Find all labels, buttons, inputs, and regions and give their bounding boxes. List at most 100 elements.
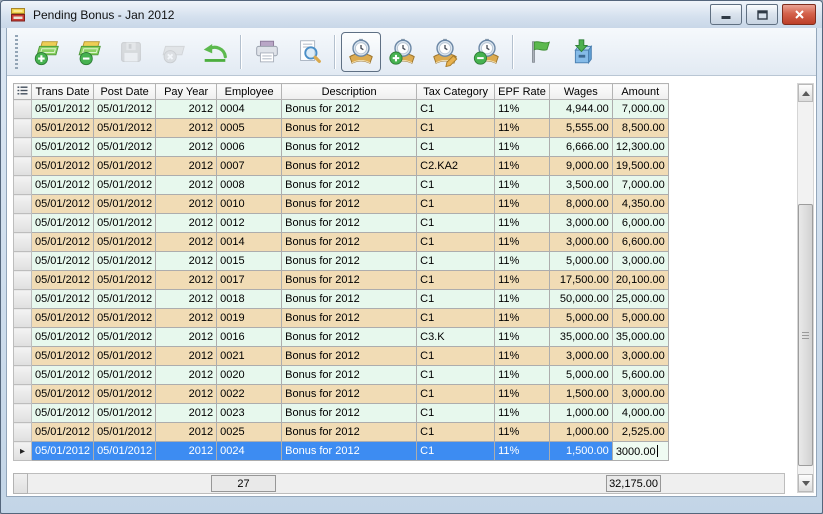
cell-post-date[interactable]: 05/01/2012 (93, 384, 157, 404)
cell-description[interactable]: Bonus for 2012 (281, 270, 418, 290)
cell-employee[interactable]: 0016 (216, 327, 283, 347)
cell-wages[interactable]: 1,500.00 (548, 384, 613, 404)
cell-amount[interactable]: 3,000.00 (611, 384, 669, 404)
cell-epf-rate[interactable]: 11% (494, 175, 550, 195)
row-indicator[interactable] (13, 365, 32, 385)
cell-employee[interactable]: 0018 (216, 289, 283, 309)
column-header-trans-date[interactable]: Trans Date (30, 83, 95, 100)
cell-description[interactable]: Bonus for 2012 (281, 213, 418, 233)
maximize-button[interactable] (746, 4, 778, 25)
cell-epf-rate[interactable]: 11% (494, 99, 550, 119)
row-indicator[interactable] (13, 422, 32, 442)
row-indicator[interactable] (13, 232, 32, 252)
row-indicator[interactable] (13, 175, 32, 195)
print-preview-button[interactable] (289, 32, 329, 72)
cell-pay-year[interactable]: 2012 (155, 194, 218, 214)
cell-wages[interactable]: 3,000.00 (548, 232, 613, 252)
cell-trans-date[interactable]: 05/01/2012 (30, 118, 95, 138)
cell-trans-date[interactable]: 05/01/2012 (30, 137, 95, 157)
cell-description[interactable]: Bonus for 2012 (281, 232, 418, 252)
cell-tax-category[interactable]: C1 (416, 346, 496, 366)
cell-employee[interactable]: 0010 (216, 194, 283, 214)
title-bar[interactable]: Pending Bonus - Jan 2012 (1, 1, 822, 28)
cell-post-date[interactable]: 05/01/2012 (93, 346, 157, 366)
cell-post-date[interactable]: 05/01/2012 (93, 118, 157, 138)
cell-trans-date[interactable]: 05/01/2012 (30, 441, 95, 461)
cell-wages[interactable]: 17,500.00 (548, 270, 613, 290)
row-indicator[interactable] (13, 213, 32, 233)
cell-description[interactable]: Bonus for 2012 (281, 118, 418, 138)
cell-epf-rate[interactable]: 11% (494, 441, 550, 461)
cell-description[interactable]: Bonus for 2012 (281, 289, 418, 309)
cell-tax-category[interactable]: C1 (416, 270, 496, 290)
cell-tax-category[interactable]: C1 (416, 441, 496, 461)
cell-description[interactable]: Bonus for 2012 (281, 251, 418, 271)
cell-amount[interactable]: 2,525.00 (611, 422, 669, 442)
row-indicator[interactable] (13, 308, 32, 328)
row-indicator[interactable] (13, 99, 32, 119)
add-record-button[interactable] (27, 32, 67, 72)
cell-post-date[interactable]: 05/01/2012 (93, 270, 157, 290)
cell-pay-year[interactable]: 2012 (155, 270, 218, 290)
edit-cell-value[interactable]: 3000.00 (616, 446, 656, 458)
cell-trans-date[interactable]: 05/01/2012 (30, 213, 95, 233)
cell-trans-date[interactable]: 05/01/2012 (30, 194, 95, 214)
cell-pay-year[interactable]: 2012 (155, 422, 218, 442)
cell-post-date[interactable]: 05/01/2012 (93, 232, 157, 252)
cell-employee[interactable]: 0017 (216, 270, 283, 290)
cell-tax-category[interactable]: C2.KA2 (416, 156, 496, 176)
cell-trans-date[interactable]: 05/01/2012 (30, 346, 95, 366)
cell-tax-category[interactable]: C3.K (416, 327, 496, 347)
row-indicator[interactable] (13, 251, 32, 271)
cell-epf-rate[interactable]: 11% (494, 346, 550, 366)
cell-amount[interactable]: 6,000.00 (611, 213, 669, 233)
cell-trans-date[interactable]: 05/01/2012 (30, 99, 95, 119)
cell-trans-date[interactable]: 05/01/2012 (30, 289, 95, 309)
cell-description[interactable]: Bonus for 2012 (281, 137, 418, 157)
cell-pay-year[interactable]: 2012 (155, 156, 218, 176)
cell-wages[interactable]: 5,555.00 (548, 118, 613, 138)
cell-wages[interactable]: 9,000.00 (548, 156, 613, 176)
remove-record-button[interactable] (69, 32, 109, 72)
cell-amount[interactable]: 6,600.00 (611, 232, 669, 252)
cell-employee[interactable]: 0008 (216, 175, 283, 195)
cell-amount[interactable]: 7,000.00 (611, 99, 669, 119)
cell-trans-date[interactable]: 05/01/2012 (30, 403, 95, 423)
cell-employee[interactable]: 0007 (216, 156, 283, 176)
cell-epf-rate[interactable]: 11% (494, 251, 550, 271)
cell-wages[interactable]: 5,000.00 (548, 251, 613, 271)
close-button[interactable] (782, 4, 816, 25)
cell-pay-year[interactable]: 2012 (155, 384, 218, 404)
cell-epf-rate[interactable]: 11% (494, 365, 550, 385)
cell-description[interactable]: Bonus for 2012 (281, 156, 418, 176)
cell-description[interactable]: Bonus for 2012 (281, 384, 418, 404)
cell-employee[interactable]: 0015 (216, 251, 283, 271)
cell-employee[interactable]: 0005 (216, 118, 283, 138)
row-indicator[interactable]: ▸ (13, 441, 32, 461)
cell-post-date[interactable]: 05/01/2012 (93, 175, 157, 195)
cell-tax-category[interactable]: C1 (416, 289, 496, 309)
cell-post-date[interactable]: 05/01/2012 (93, 156, 157, 176)
cell-employee[interactable]: 0021 (216, 346, 283, 366)
row-indicator[interactable] (13, 156, 32, 176)
cell-wages[interactable]: 50,000.00 (548, 289, 613, 309)
cell-employee[interactable]: 0019 (216, 308, 283, 328)
cell-trans-date[interactable]: 05/01/2012 (30, 384, 95, 404)
cell-pay-year[interactable]: 2012 (155, 118, 218, 138)
cell-trans-date[interactable]: 05/01/2012 (30, 156, 95, 176)
add-pending-button[interactable] (383, 32, 423, 72)
cell-trans-date[interactable]: 05/01/2012 (30, 327, 95, 347)
row-indicator[interactable] (13, 289, 32, 309)
remove-pending-button[interactable] (467, 32, 507, 72)
scroll-up-button[interactable] (798, 84, 813, 102)
cell-amount[interactable]: 25,000.00 (611, 289, 669, 309)
cell-pay-year[interactable]: 2012 (155, 213, 218, 233)
import-archive-button[interactable] (561, 32, 601, 72)
column-header-pay-year[interactable]: Pay Year (155, 83, 218, 100)
cell-wages[interactable]: 1,000.00 (548, 403, 613, 423)
cell-epf-rate[interactable]: 11% (494, 403, 550, 423)
cell-tax-category[interactable]: C1 (416, 118, 496, 138)
scrollbar-thumb[interactable] (798, 204, 813, 466)
cell-epf-rate[interactable]: 11% (494, 422, 550, 442)
column-header-post-date[interactable]: Post Date (93, 83, 157, 100)
